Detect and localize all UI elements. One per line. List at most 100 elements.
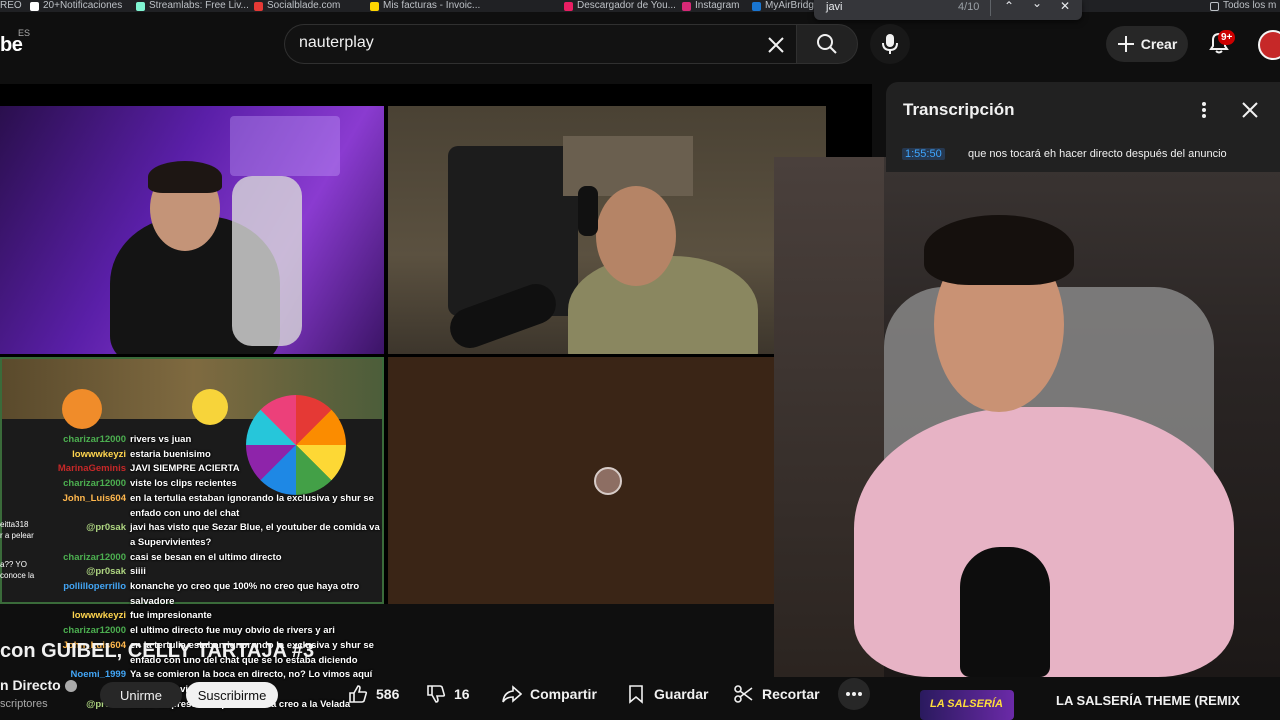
video-title: con GUIBEL, CELLY TARTAJA #3	[0, 640, 315, 662]
guest-head	[596, 186, 676, 286]
thumbnail-text: LA SALSERÍA	[930, 698, 1003, 710]
bookmark-item[interactable]: Todos los m	[1210, 0, 1276, 12]
bookmarks-bar: REO 20+Notificaciones Streamlabs: Free L…	[0, 0, 1280, 12]
more-vertical-icon[interactable]	[1196, 100, 1212, 120]
find-next-icon[interactable]: ⌄	[1032, 0, 1042, 10]
find-count: 4/10	[958, 1, 980, 13]
close-icon[interactable]	[1240, 100, 1260, 120]
create-label: Crear	[1140, 36, 1178, 52]
chat-username: charizar12000	[63, 625, 126, 637]
guest-camera-2	[388, 106, 826, 354]
chat-message: charizar12000 el ultimo directo fue muy o…	[0, 624, 390, 639]
bookmark-item[interactable]: REO	[0, 0, 22, 12]
chat-username: MarinaGeminis	[57, 463, 126, 475]
side-chat-fragment: eitta318 r a pelear a?? YO conoce la	[0, 519, 60, 581]
microphone-prop	[960, 547, 1050, 677]
guest-avatar	[594, 467, 622, 495]
like-button[interactable]: 586	[348, 678, 399, 710]
region-code: ES	[18, 28, 31, 38]
clip-button[interactable]: Recortar	[734, 678, 820, 710]
bookmark-label: Descargador de You...	[577, 0, 676, 11]
join-button[interactable]: Unirme	[100, 682, 182, 708]
chat-text: siiii	[130, 566, 146, 578]
chat-text: el ultimo directo fue muy obvio de river…	[130, 625, 335, 637]
recommendation-thumbnail[interactable]: LA SALSERÍA	[920, 690, 1014, 720]
clip-label: Recortar	[762, 686, 820, 702]
streamer-webcam	[774, 157, 1280, 677]
notification-badge: 9+	[1218, 30, 1236, 45]
thumbs-down-icon	[427, 685, 446, 703]
bookmark-item[interactable]: Streamlabs: Free Liv...	[136, 0, 249, 12]
find-bar: javi 4/10 ⌃ ⌄ ✕	[814, 0, 1082, 20]
chat-text: viste los clips recientes	[130, 478, 237, 490]
chat-username: charizar12000	[63, 478, 126, 490]
invoice-icon	[370, 1, 379, 11]
chat-text: fue impresionante	[130, 610, 212, 622]
search-box: nauterplay	[284, 24, 796, 64]
dislike-count: 16	[454, 686, 470, 702]
find-divider	[990, 0, 991, 16]
plus-icon	[1117, 36, 1134, 52]
dislike-button[interactable]: 16	[426, 678, 470, 710]
bookmark-label: Todos los m	[1223, 0, 1277, 11]
chat-text: javi has visto que Sezar Blue, el youtub…	[130, 522, 380, 548]
create-button[interactable]: Crear	[1106, 26, 1188, 62]
chat-username: pollilloperrillo	[63, 581, 126, 593]
guest-camera-1	[0, 106, 384, 354]
chat-message: charizar12000 rivers vs juan	[0, 433, 390, 448]
channel-label: n Directo	[0, 677, 61, 693]
side-chat-line: eitta318	[0, 520, 29, 529]
search-button[interactable]	[796, 24, 858, 64]
folder-icon	[1210, 1, 1219, 11]
bookmark-item[interactable]: 20+Notificaciones	[30, 0, 122, 12]
chat-message: MarinaGeminis JAVI SIEMPRE ACIERTA	[0, 462, 390, 477]
transcript-timestamp[interactable]: 1:55:50	[902, 148, 945, 160]
bookmark-label: Instagram	[695, 0, 740, 11]
bookmark-item[interactable]: Socialblade.com	[254, 0, 340, 12]
bookmark-icon	[629, 685, 643, 704]
bookmark-label: Streamlabs: Free Liv...	[149, 0, 249, 11]
charmander-plush	[62, 389, 102, 429]
gaming-chair	[232, 176, 302, 346]
microphone-icon	[882, 34, 898, 54]
side-chat-line: a?? YO	[0, 560, 27, 569]
bookmark-label: Socialblade.com	[267, 0, 341, 11]
save-button[interactable]: Guardar	[626, 678, 708, 710]
bookmark-item[interactable]: MyAirBridge	[752, 0, 819, 12]
find-previous-icon[interactable]: ⌃	[1004, 0, 1014, 13]
recommendation-title[interactable]: LA SALSERÍA THEME (REMIX	[1056, 693, 1256, 708]
transcript-segment-text[interactable]: que nos tocará eh hacer directo después …	[968, 148, 1227, 160]
streamer-hair	[924, 215, 1074, 285]
search-input[interactable]: nauterplay	[299, 34, 374, 52]
voice-search-button[interactable]	[870, 24, 910, 64]
chat-message: lowwwkeyzi fue impresionante	[0, 609, 390, 624]
chat-message: lowwwkeyzi estaria buenisimo	[0, 448, 390, 463]
chat-message: pollilloperrillo konanche yo creo que 100…	[0, 580, 390, 609]
chat-text: estaria buenisimo	[130, 448, 211, 460]
subscribe-button[interactable]: Suscribirme	[186, 682, 278, 708]
socialblade-icon	[254, 1, 263, 11]
streamlabs-icon	[136, 1, 145, 11]
avatar[interactable]	[1258, 30, 1280, 60]
chat-username: John_Luis604	[62, 492, 126, 504]
chat-message: charizar12000 viste los clips recientes	[0, 477, 390, 492]
subscriber-count: scriptores	[0, 698, 48, 710]
bookmark-item[interactable]: Mis facturas - Invoic...	[370, 0, 480, 12]
chat-username: charizar12000	[63, 434, 126, 445]
more-actions-button[interactable]	[838, 678, 870, 710]
chat-text: konanche yo creo que 100% no creo que ha…	[130, 581, 360, 607]
instagram-icon	[682, 1, 691, 11]
find-close-icon[interactable]: ✕	[1060, 0, 1070, 13]
bookmark-item[interactable]: Instagram	[682, 0, 739, 12]
channel-name[interactable]: n Directo	[0, 677, 77, 693]
headphones	[578, 186, 598, 236]
scissors-icon	[734, 685, 753, 703]
clear-search-icon[interactable]	[762, 31, 790, 59]
guest-camera-4-empty	[388, 357, 774, 604]
bookmark-item[interactable]: Descargador de You...	[564, 0, 676, 12]
verified-icon	[64, 680, 77, 693]
side-chat-line: conoce la	[0, 571, 35, 580]
more-horizontal-icon	[846, 692, 862, 696]
find-input[interactable]: javi	[826, 1, 843, 13]
share-button[interactable]: Compartir	[502, 678, 597, 710]
